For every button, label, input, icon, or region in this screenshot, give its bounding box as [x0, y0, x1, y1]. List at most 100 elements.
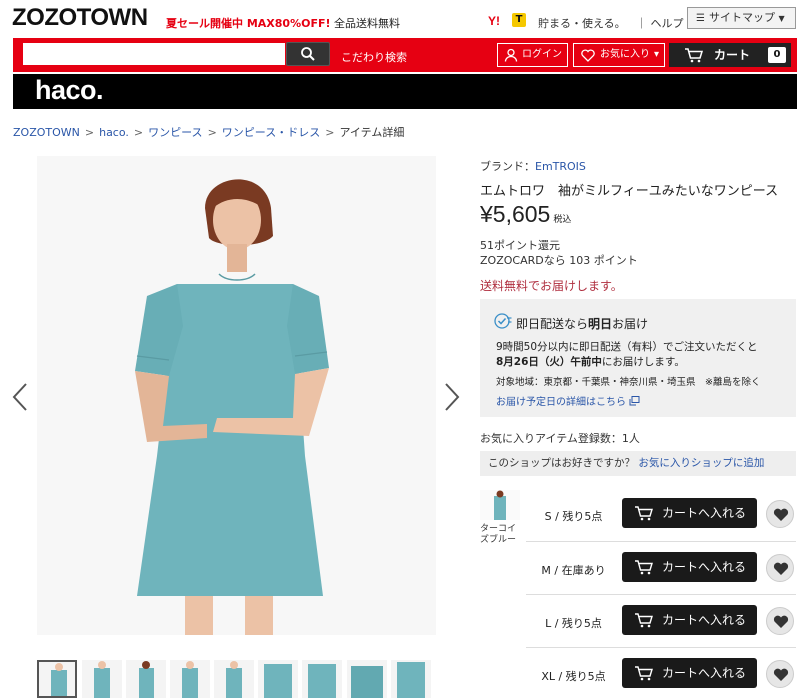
- delivery-info-box: 即日配送なら明日お届け 9時間50分以内に即日配送（有料）でご注文いただくと 8…: [480, 299, 796, 417]
- add-to-cart-button[interactable]: カートへ入れる: [622, 552, 757, 582]
- add-to-cart-label: カートへ入れる: [662, 666, 747, 680]
- thumbnail[interactable]: [347, 660, 387, 698]
- points-link[interactable]: 貯まる・使える。: [538, 15, 626, 31]
- login-button[interactable]: ログイン: [497, 43, 568, 67]
- search-icon: [301, 47, 315, 61]
- add-to-cart-label: カートへ入れる: [662, 560, 747, 574]
- heart-icon: [773, 615, 789, 628]
- size-stock-label: M / 在庫あり: [541, 564, 606, 577]
- brand-line: ブランド：EmTROIS: [480, 158, 586, 174]
- favorites-button[interactable]: お気に入り ▾: [573, 43, 665, 67]
- delivery-title-pre: 即日配送なら: [516, 317, 589, 331]
- product-name: エムトロワ 袖がミルフィーユみたいなワンピース: [480, 184, 779, 199]
- site-logo[interactable]: ZOZOTOWN: [12, 4, 148, 32]
- price-value: ¥5,605: [480, 201, 551, 227]
- breadcrumb-separator: >: [207, 126, 217, 139]
- heart-icon: [773, 508, 789, 521]
- list-icon: ☰: [696, 13, 705, 24]
- size-row: L / 残り5点 カートへ入れる: [526, 594, 796, 647]
- favorite-heart-button[interactable]: [766, 607, 794, 635]
- points-return: 51ポイント還元: [480, 239, 560, 252]
- breadcrumb-link[interactable]: ワンピース: [148, 126, 202, 139]
- cart-icon: [635, 506, 653, 521]
- delivery-title-bold: 明日: [588, 317, 613, 331]
- size-row: M / 在庫あり カートへ入れる: [526, 541, 796, 594]
- breadcrumb-link[interactable]: haco.: [99, 126, 129, 139]
- breadcrumb-link[interactable]: ZOZOTOWN: [13, 126, 80, 139]
- thumbnail[interactable]: [391, 660, 431, 698]
- delivery-details-link[interactable]: お届け予定日の詳細はこちら: [496, 393, 640, 408]
- thumbnail-strip: [37, 660, 437, 698]
- product-main-image[interactable]: [37, 156, 436, 635]
- cart-count-badge: 0: [768, 47, 786, 63]
- chevron-down-icon: ▾: [653, 49, 659, 60]
- cart-icon: [635, 613, 653, 628]
- brand-link[interactable]: EmTROIS: [535, 160, 586, 173]
- page: ZOZOTOWN 夏セール開催中 MAX80%OFF! 全品送料無料 Y! T …: [0, 0, 800, 698]
- next-image-arrow-icon[interactable]: [442, 382, 462, 412]
- search-bar: こだわり検索 ログイン お気に入り ▾ カート 0: [13, 38, 797, 72]
- heart-icon: [581, 49, 595, 62]
- thumbnail[interactable]: [170, 660, 210, 698]
- heart-icon: [773, 562, 789, 575]
- product-price: ¥5,605 税込: [480, 201, 571, 228]
- shop-favorite-question: このショップはお好きですか？: [488, 457, 639, 469]
- brand-label: ブランド：: [480, 160, 535, 173]
- t-point-icon[interactable]: T: [512, 13, 526, 27]
- zozocard-points: ZOZOCARDなら 103 ポイント: [480, 254, 638, 267]
- advanced-search-link[interactable]: こだわり検索: [341, 49, 407, 65]
- prev-image-arrow-icon[interactable]: [10, 382, 30, 412]
- color-name: ターコイズブルー: [480, 524, 517, 545]
- chevron-down-icon: ▼: [778, 14, 785, 23]
- checklist-icon: [494, 313, 512, 329]
- breadcrumb-separator: >: [325, 126, 335, 139]
- tax-label: 税込: [553, 214, 572, 224]
- delivery-title: 即日配送なら明日お届け: [516, 315, 648, 332]
- add-to-cart-label: カートへ入れる: [662, 506, 747, 520]
- search-input[interactable]: [23, 43, 285, 65]
- cart-icon: [635, 666, 653, 681]
- add-favorite-shop-link[interactable]: お気に入りショップに追加: [638, 457, 764, 469]
- search-button[interactable]: [286, 42, 330, 66]
- thumbnail[interactable]: [214, 660, 254, 698]
- add-to-cart-button[interactable]: カートへ入れる: [622, 658, 757, 688]
- delivery-condition: 9時間50分以内に即日配送（有料）でご注文いただくと: [496, 341, 758, 353]
- add-to-cart-label: カートへ入れる: [662, 613, 747, 627]
- thumbnail[interactable]: [37, 660, 77, 698]
- thumbnail[interactable]: [258, 660, 298, 698]
- delivery-date-bold: 8月26日（火）午前中: [496, 356, 602, 368]
- size-row: S / 残り5点 カートへ入れる: [526, 488, 796, 541]
- external-window-icon: [629, 396, 640, 406]
- thumbnail[interactable]: [82, 660, 122, 698]
- heart-icon: [773, 668, 789, 681]
- delivery-title-post: お届け: [612, 317, 649, 331]
- promo-shipping-text: 全品送料無料: [330, 17, 400, 30]
- top-bar: ZOZOTOWN 夏セール開催中 MAX80%OFF! 全品送料無料 Y! T …: [0, 0, 800, 38]
- breadcrumb: ZOZOTOWN > haco. > ワンピース > ワンピース・ドレス > アイテム詳細: [13, 124, 404, 140]
- favorites-label: お気に入り: [600, 49, 650, 60]
- thumbnail[interactable]: [126, 660, 166, 698]
- yahoo-icon[interactable]: Y!: [488, 14, 500, 28]
- promo-sale-text: 夏セール開催中 MAX80%OFF!: [166, 17, 331, 30]
- help-link[interactable]: ｜ ヘルプ: [636, 15, 684, 31]
- shop-logo[interactable]: haco.: [35, 75, 104, 106]
- shop-header: haco.: [13, 74, 797, 109]
- favorite-heart-button[interactable]: [766, 500, 794, 528]
- thumbnail[interactable]: [302, 660, 342, 698]
- add-to-cart-button[interactable]: カートへ入れる: [622, 605, 757, 635]
- sitemap-button[interactable]: ☰ サイトマップ ▼: [687, 7, 796, 29]
- model-illustration: [37, 156, 436, 635]
- cart-button[interactable]: カート 0: [669, 43, 791, 67]
- delivery-date: 8月26日（火）午前中にお届けします。: [496, 354, 685, 369]
- promo-banner[interactable]: 夏セール開催中 MAX80%OFF! 全品送料無料: [166, 15, 400, 31]
- size-stock-label: L / 残り5点: [545, 617, 602, 630]
- shop-favorite-prompt: このショップはお好きですか？ お気に入りショップに追加: [480, 451, 796, 476]
- favorite-heart-button[interactable]: [766, 554, 794, 582]
- size-row: XL / 残り5点 カートへ入れる: [526, 647, 796, 698]
- login-label: ログイン: [522, 49, 562, 60]
- cart-label: カート: [714, 48, 751, 62]
- breadcrumb-link[interactable]: ワンピース・ドレス: [222, 126, 320, 139]
- breadcrumb-current: アイテム詳細: [339, 126, 405, 139]
- add-to-cart-button[interactable]: カートへ入れる: [622, 498, 757, 528]
- favorite-heart-button[interactable]: [766, 660, 794, 688]
